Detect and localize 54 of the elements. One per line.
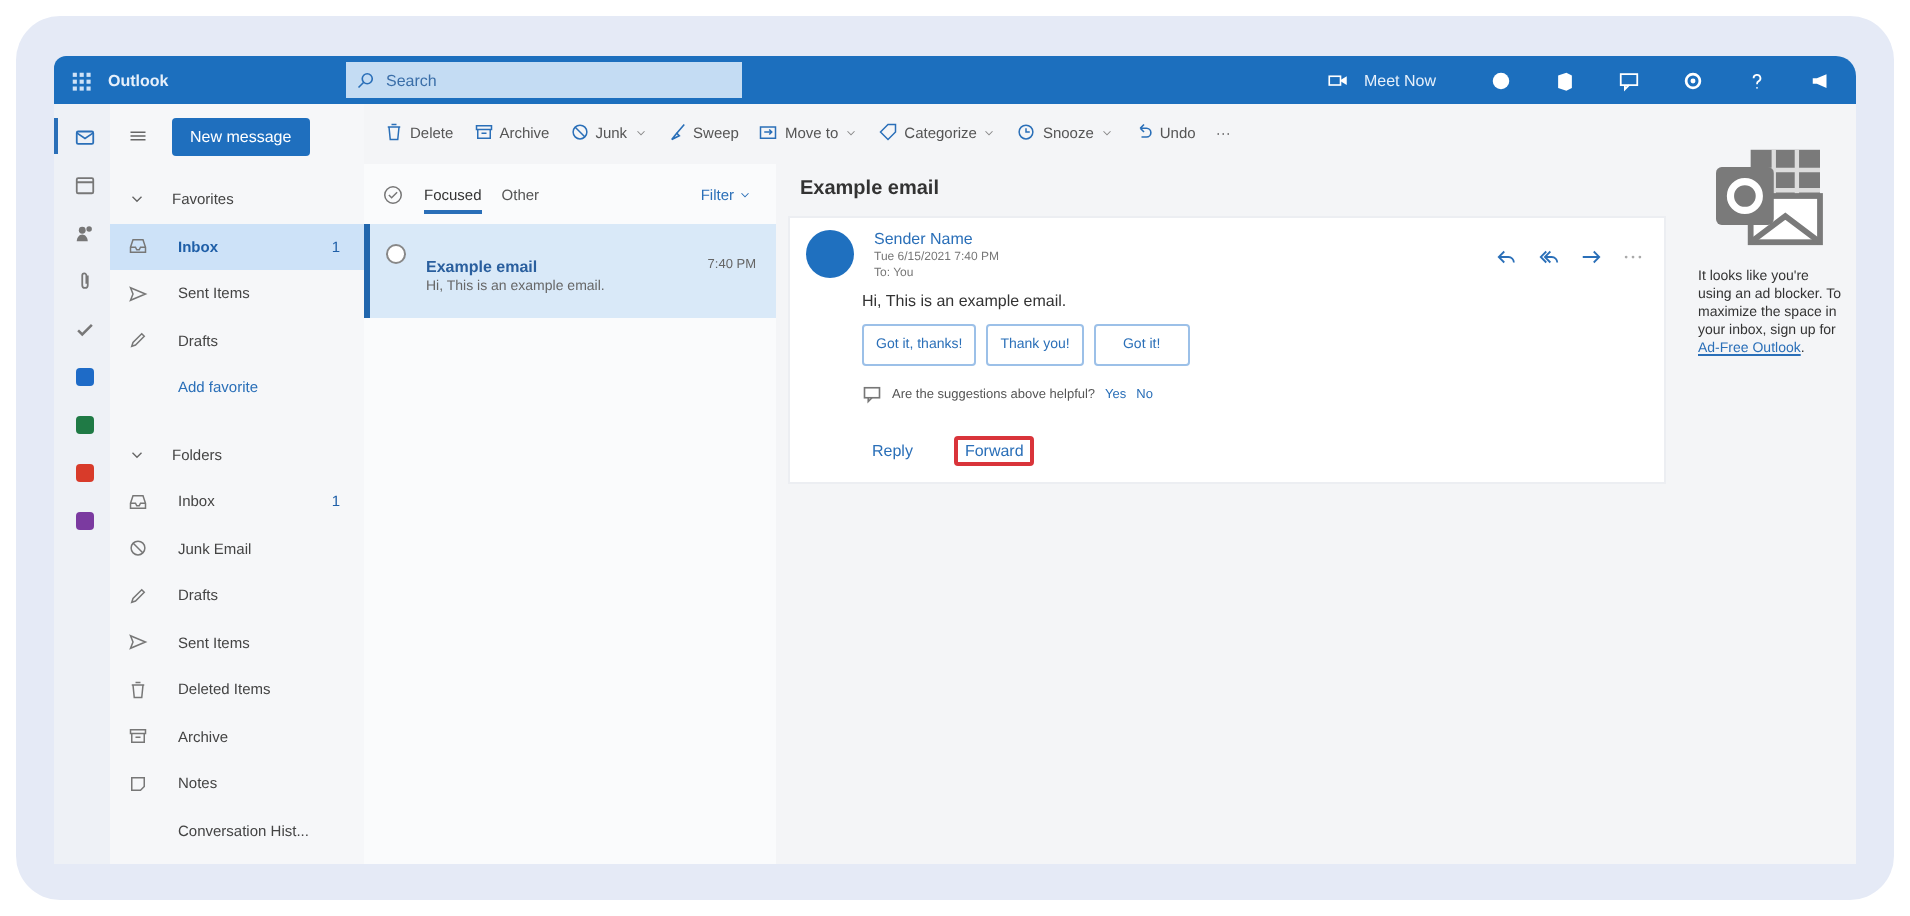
menu-icon[interactable] [128, 126, 148, 146]
message-subject: Example email [426, 258, 538, 276]
new-message-button[interactable]: New message [172, 117, 310, 155]
app-name[interactable]: Outlook [108, 71, 316, 89]
people-icon [73, 221, 95, 243]
powerpoint-app-icon [75, 463, 93, 481]
search-field[interactable]: Search [346, 62, 742, 98]
megaphone-icon[interactable] [1809, 69, 1831, 91]
chevron-down-icon [844, 125, 859, 139]
select-circle[interactable] [386, 244, 406, 264]
trash-icon [384, 122, 404, 142]
search-icon [356, 70, 376, 90]
comment-icon [862, 384, 882, 404]
email-subject: Example email [798, 175, 941, 203]
reply-button[interactable]: Reply [862, 436, 923, 466]
inbox-icon [128, 491, 148, 512]
pencil-icon [128, 585, 148, 606]
archive-icon [473, 122, 494, 142]
meet-now-button[interactable]: Meet Now [1327, 70, 1436, 90]
select-all-icon[interactable] [382, 183, 404, 205]
settings-icon[interactable] [1681, 69, 1703, 91]
folder-arrow-icon [758, 122, 779, 142]
avatar [806, 230, 854, 278]
trash-icon [128, 679, 148, 700]
feedback-icon[interactable] [1617, 69, 1639, 91]
chevron-down-icon [738, 187, 752, 201]
forward-icon[interactable] [1580, 246, 1602, 268]
camera-icon [1327, 70, 1348, 90]
forward-button[interactable]: Forward [954, 436, 1034, 466]
blocked-icon [569, 122, 590, 142]
message-body: Hi, This is an example email. [862, 292, 1069, 310]
send-icon [128, 283, 148, 304]
broom-icon [667, 122, 688, 142]
chevron-down-icon [982, 125, 997, 139]
tag-icon [878, 122, 899, 142]
reply-all-icon[interactable] [1538, 246, 1560, 268]
excel-app-icon [75, 415, 93, 433]
chevron-down-icon [633, 125, 648, 139]
blocked-icon [128, 538, 148, 559]
send-icon [128, 632, 148, 653]
mail-icon [73, 125, 95, 147]
clock-icon [1016, 122, 1037, 142]
chevron-down-icon [1099, 125, 1114, 139]
app-launcher-icon[interactable] [70, 69, 92, 91]
calendar-icon [73, 173, 95, 195]
onenote-app-icon [75, 511, 93, 529]
reply-icon[interactable] [1496, 246, 1518, 268]
archive-icon [128, 726, 148, 747]
envelope-grid-logo [1710, 144, 1826, 248]
sender-name[interactable]: Sender Name [874, 230, 999, 248]
word-app-icon [75, 367, 93, 385]
pencil-icon [128, 330, 148, 351]
inbox-icon [128, 236, 148, 257]
note-icon [128, 773, 148, 794]
